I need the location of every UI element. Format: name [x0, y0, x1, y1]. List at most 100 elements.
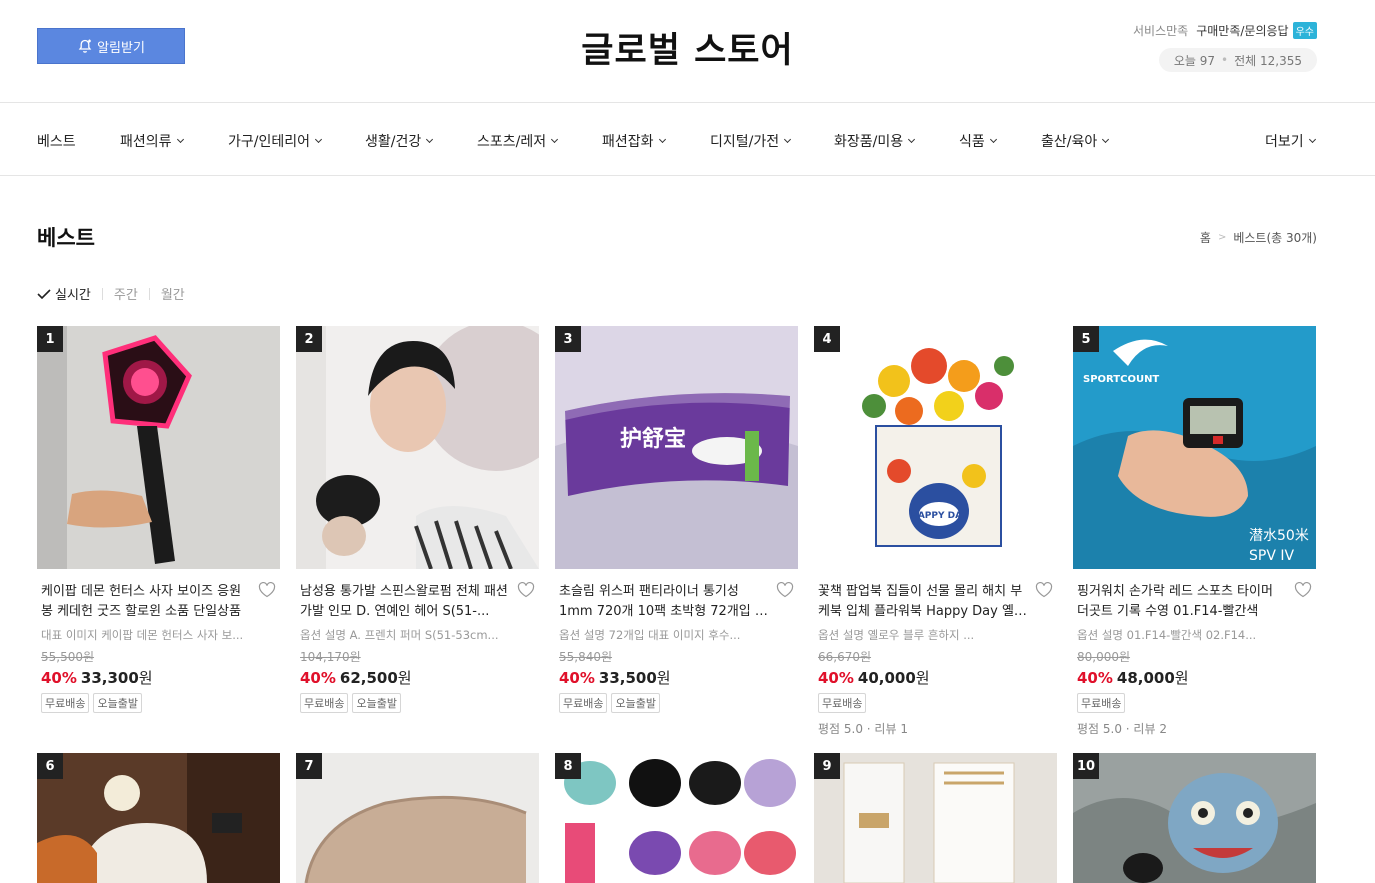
product-options: 옵션 설명 옐로우 블루 흔하지 ...	[818, 628, 975, 642]
heart-icon[interactable]	[1035, 582, 1053, 598]
product-card[interactable]: 4 HAPPY DAY 꽃책 팝업북 집들이 선물 몰리 해치 부케북 입체 플…	[814, 326, 1057, 737]
nav-item-fashion-goods[interactable]: 패션잡화	[602, 131, 666, 151]
product-image[interactable]: 6	[37, 753, 280, 883]
notify-label: 알림받기	[97, 40, 145, 56]
product-card[interactable]: 9	[814, 753, 1057, 883]
sale-price: 40% 62,500원	[296, 667, 539, 688]
price-value: 48,000	[1116, 669, 1175, 687]
tag-today-dispatch: 오늘출발	[93, 693, 142, 713]
moon-lamp-table-image	[37, 753, 280, 883]
currency: 원	[397, 669, 412, 687]
tab-weekly[interactable]: 주간	[114, 284, 138, 303]
nav-label: 식품	[959, 134, 985, 150]
chevron-down-icon	[176, 135, 184, 143]
product-image[interactable]: 9	[814, 753, 1057, 883]
product-card[interactable]: 10	[1073, 753, 1316, 883]
nav-item-living-health[interactable]: 생활/건강	[365, 131, 434, 151]
product-image[interactable]: 2	[296, 326, 539, 569]
price-value: 62,500	[339, 669, 398, 687]
chevron-down-icon	[426, 135, 434, 143]
nav-item-cosmetics[interactable]: 화장품/미용	[834, 131, 916, 151]
product-image[interactable]: 1	[37, 326, 280, 569]
product-image[interactable]: 5 SPORTCOUNT 潜水50米 SPV IV	[1073, 326, 1316, 569]
product-tags: 무료배송	[1073, 693, 1316, 713]
heart-icon[interactable]	[258, 582, 276, 598]
product-name[interactable]: 꽃책 팝업북 집들이 선물 몰리 해치 부케북 입체 플라워북 Happy Da…	[818, 582, 1027, 621]
tag-free-shipping: 무료배송	[300, 693, 349, 713]
product-image[interactable]: 3 护舒宝	[555, 326, 798, 569]
breadcrumb-home[interactable]: 홈	[1200, 229, 1211, 246]
breadcrumb-current: 베스트(총 30개)	[1233, 231, 1317, 245]
rank-badge: 6	[37, 753, 63, 779]
product-image[interactable]: 4 HAPPY DAY	[814, 326, 1057, 569]
bell-plus-icon	[78, 39, 92, 53]
heart-icon[interactable]	[1294, 582, 1312, 598]
product-tags: 무료배송	[814, 693, 1057, 713]
product-card[interactable]: 7	[296, 753, 539, 883]
heart-icon[interactable]	[517, 582, 535, 598]
rank-badge: 2	[296, 326, 322, 352]
nav-item-digital[interactable]: 디지털/가전	[710, 131, 792, 151]
tab-label: 실시간	[55, 288, 91, 303]
product-card[interactable]: 2 남성용 통가발 스핀스왈로펌 전체 패션가발 인모 D. 연예인 헤어 S(…	[296, 326, 539, 713]
nav-item-fashion-clothing[interactable]: 패션의류	[120, 131, 184, 151]
service-badge: 우수	[1292, 22, 1317, 39]
sale-price: 40% 33,500원	[555, 667, 798, 688]
product-name[interactable]: 케이팝 데몬 헌터스 사자 보이즈 응원봉 케데헌 굿즈 할로윈 소품 단일상품	[41, 582, 250, 621]
nav-item-furniture[interactable]: 가구/인테리어	[228, 131, 323, 151]
product-name[interactable]: 초슬림 위스퍼 팬티라이너 통기성 1mm 720개 10팩 초박형 72개입 …	[559, 582, 768, 621]
product-name[interactable]: 핑거워치 손가락 레드 스포츠 타이머 더곳트 기록 수영 01.F14-빨간색	[1077, 582, 1286, 621]
tab-monthly[interactable]: 월간	[161, 284, 185, 303]
product-card[interactable]: 6	[37, 753, 280, 883]
original-price: 55,500원	[41, 650, 95, 664]
original-price: 66,670원	[818, 650, 872, 664]
nav-label: 패션의류	[120, 134, 172, 150]
nav-label: 가구/인테리어	[228, 134, 310, 150]
product-card[interactable]: 3 护舒宝 초슬림 위스퍼 팬티라이너 통기성 1mm 720개 10팩 초박형…	[555, 326, 798, 713]
chevron-down-icon	[314, 135, 323, 143]
rank-badge: 10	[1073, 753, 1099, 779]
tiger-mask-image	[1073, 753, 1316, 883]
heart-icon[interactable]	[776, 582, 794, 598]
tab-realtime[interactable]: 실시간	[37, 284, 91, 303]
flower-popup-book-image: HAPPY DAY	[814, 326, 1057, 569]
product-name[interactable]: 남성용 통가발 스핀스왈로펌 전체 패션가발 인모 D. 연예인 헤어 S(51…	[300, 582, 509, 621]
currency: 원	[1174, 669, 1189, 687]
service-rating: 서비스만족 구매만족/문의응답 우수	[1133, 22, 1317, 39]
price-value: 33,500	[598, 669, 657, 687]
product-card[interactable]: 1 케이팝 데몬 헌터스 사자 보이즈 응원봉 케데헌 굿즈 할로윈 소품 단일…	[37, 326, 280, 713]
original-price: 55,840원	[559, 650, 613, 664]
nav-label: 더보기	[1265, 134, 1304, 150]
notify-button[interactable]: 알림받기	[37, 28, 185, 64]
product-card[interactable]: 5 SPORTCOUNT 潜水50米 SPV IV 핑거워치 손가락 레드 스포…	[1073, 326, 1316, 737]
nav-item-best[interactable]: 베스트	[37, 131, 76, 151]
nav-item-sports[interactable]: 스포츠/레저	[477, 131, 559, 151]
nav-label: 생활/건강	[365, 134, 422, 150]
nav-label: 화장품/미용	[834, 134, 904, 150]
product-image[interactable]: 10	[1073, 753, 1316, 883]
sale-price: 40% 40,000원	[814, 667, 1057, 688]
cosplay-wigs-image	[555, 753, 798, 883]
product-tags: 무료배송 오늘출발	[296, 693, 539, 713]
sale-price: 40% 33,300원	[37, 667, 280, 688]
watch-caption-1: 潜水50米	[1249, 528, 1309, 544]
total-count: 전체 12,355	[1234, 53, 1302, 68]
rank-badge: 3	[555, 326, 581, 352]
period-tabs: 실시간 주간 월간	[37, 284, 185, 303]
tab-divider	[101, 287, 103, 300]
rank-badge: 9	[814, 753, 840, 779]
product-tags: 무료배송 오늘출발	[555, 693, 798, 713]
nav-item-baby[interactable]: 출산/육아	[1041, 131, 1110, 151]
service-label: 서비스만족	[1133, 24, 1189, 38]
discount-rate: 40%	[300, 669, 336, 687]
happy-day-text: HAPPY DAY	[910, 511, 968, 521]
nav-label: 디지털/가전	[710, 134, 780, 150]
original-price: 80,000원	[1077, 650, 1131, 664]
nav-more-button[interactable]: 더보기	[1265, 131, 1316, 151]
chevron-down-icon	[908, 135, 916, 143]
chevron-down-icon	[784, 135, 792, 143]
product-image[interactable]: 8	[555, 753, 798, 883]
nav-item-food[interactable]: 식품	[959, 131, 997, 151]
product-image[interactable]: 7	[296, 753, 539, 883]
product-card[interactable]: 8	[555, 753, 798, 883]
